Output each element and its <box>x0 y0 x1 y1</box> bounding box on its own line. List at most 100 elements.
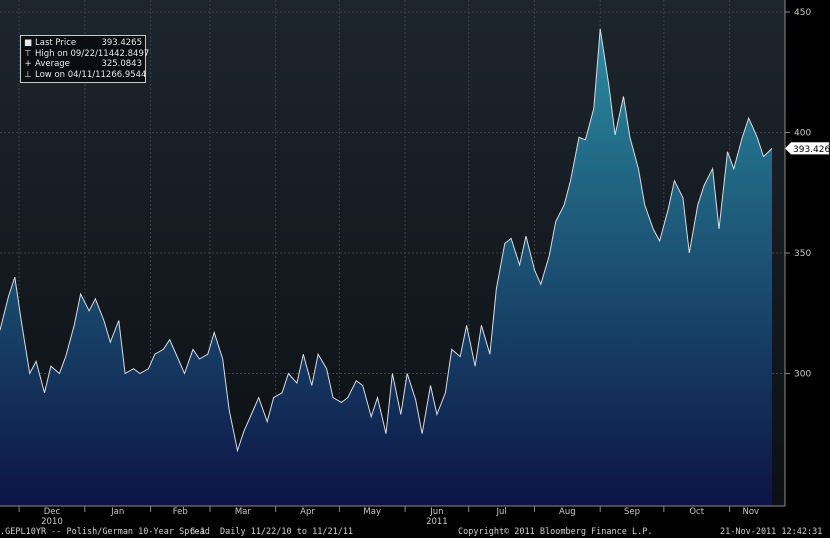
data-point-36 <box>267 421 268 422</box>
data-point-16 <box>118 320 119 321</box>
data-point-91 <box>674 180 675 181</box>
month-label-apr: Apr <box>300 507 315 517</box>
data-point-67 <box>496 289 497 290</box>
data-point-30 <box>222 358 223 359</box>
data-point-92 <box>682 197 683 198</box>
data-point-62 <box>460 356 461 357</box>
data-point-58 <box>430 385 431 386</box>
data-point-47 <box>347 397 348 398</box>
data-point-38 <box>281 392 282 393</box>
data-point-97 <box>718 228 719 229</box>
month-label-aug: Aug <box>559 507 576 517</box>
data-point-60 <box>445 392 446 393</box>
data-point-65 <box>481 325 482 326</box>
data-point-81 <box>600 28 601 29</box>
data-point-2 <box>14 276 15 277</box>
legend-row-low: ⊥ Low on 04/11/11 266.9544 <box>24 69 147 80</box>
data-point-85 <box>629 137 630 138</box>
data-point-57 <box>421 433 422 434</box>
data-point-79 <box>585 139 586 140</box>
data-point-26 <box>192 349 193 350</box>
y-tick-label-400: 400 <box>794 129 811 139</box>
data-point-41 <box>303 354 304 355</box>
data-point-11 <box>80 293 81 294</box>
data-point-103 <box>763 156 764 157</box>
data-point-8 <box>59 373 60 374</box>
data-point-66 <box>489 354 490 355</box>
low-marker-icon: ⊥ <box>24 69 32 80</box>
average-marker-icon: + <box>24 59 32 69</box>
data-point-1 <box>8 296 9 297</box>
data-point-28 <box>207 354 208 355</box>
data-point-3 <box>21 320 22 321</box>
data-point-53 <box>392 373 393 374</box>
legend: ■ Last Price 393.4265 ⊤ High on 09/22/11 4… <box>20 35 150 83</box>
data-point-74 <box>549 255 550 256</box>
data-point-31 <box>228 409 229 410</box>
data-point-71 <box>525 236 526 237</box>
data-point-86 <box>638 168 639 169</box>
data-point-4 <box>29 373 30 374</box>
data-point-43 <box>318 354 319 355</box>
last-price-square-icon: ■ <box>24 38 33 48</box>
data-point-89 <box>659 240 660 241</box>
data-point-72 <box>534 269 535 270</box>
data-point-5 <box>35 361 36 362</box>
data-point-84 <box>623 96 624 97</box>
data-point-54 <box>400 414 401 415</box>
data-point-51 <box>377 397 378 398</box>
data-point-69 <box>511 238 512 239</box>
month-label-dec: Dec <box>44 507 61 517</box>
copyright-label: Copyright© 2011 Bloomberg Finance L.P. <box>458 527 653 537</box>
data-point-99 <box>733 168 734 169</box>
month-label-jan: Jan <box>110 507 124 517</box>
high-marker-icon: ⊤ <box>24 48 32 59</box>
data-point-93 <box>689 252 690 253</box>
data-point-104 <box>771 148 772 149</box>
data-point-64 <box>474 366 475 367</box>
month-label-sep: Sep <box>624 507 640 517</box>
data-point-80 <box>593 108 594 109</box>
data-point-88 <box>653 228 654 229</box>
ticker-label: .GEPL10YR -- Polish/German 10-Year Sprea… <box>0 527 210 537</box>
data-point-96 <box>712 168 713 169</box>
year-label-2011: 2011 <box>426 517 448 526</box>
date-range-label: Daily 11/22/10 to 11/21/11 <box>220 527 354 537</box>
data-point-101 <box>748 117 749 118</box>
data-point-78 <box>578 137 579 138</box>
data-point-94 <box>697 204 698 205</box>
data-point-50 <box>371 416 372 417</box>
legend-row-high: ⊤ High on 09/22/11 442.8497 <box>24 48 150 59</box>
data-point-39 <box>288 373 289 374</box>
data-point-14 <box>103 320 104 321</box>
data-point-75 <box>555 221 556 222</box>
data-point-25 <box>184 373 185 374</box>
data-point-22 <box>163 349 164 350</box>
data-point-42 <box>311 385 312 386</box>
month-label-oct: Oct <box>689 507 704 517</box>
month-label-jul: Jul <box>495 507 506 517</box>
data-point-87 <box>644 204 645 205</box>
data-point-34 <box>252 411 253 412</box>
legend-row-last: ■ Last Price 393.4265 <box>24 38 142 48</box>
month-label-jun: Jun <box>429 507 443 517</box>
footer-bar: .GEPL10YR -- Polish/German 10-Year Sprea… <box>0 526 830 538</box>
data-point-83 <box>614 134 615 135</box>
data-point-76 <box>564 204 565 205</box>
data-point-21 <box>154 354 155 355</box>
data-point-55 <box>407 373 408 374</box>
data-point-70 <box>519 264 520 265</box>
data-point-13 <box>95 298 96 299</box>
y-tick-label-450: 450 <box>794 8 811 18</box>
data-point-95 <box>704 185 705 186</box>
data-point-56 <box>415 399 416 400</box>
data-point-32 <box>237 450 238 451</box>
month-label-mar: Mar <box>235 507 252 517</box>
data-point-9 <box>65 356 66 357</box>
month-label-may: May <box>363 507 381 517</box>
data-point-49 <box>362 385 363 386</box>
data-point-45 <box>332 397 333 398</box>
data-point-27 <box>199 358 200 359</box>
last-value-label: 393.4265 <box>793 145 830 155</box>
data-point-100 <box>742 137 743 138</box>
